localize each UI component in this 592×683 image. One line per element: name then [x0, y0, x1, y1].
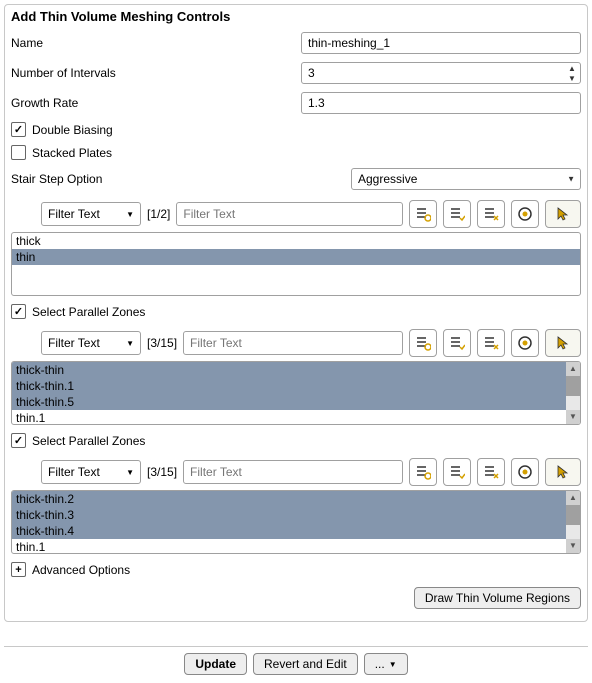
stacked-plates-label: Stacked Plates	[32, 146, 112, 160]
filter-input-1[interactable]	[176, 202, 403, 226]
scroll-up-icon[interactable]: ▲	[566, 491, 580, 505]
intervals-step-down-icon[interactable]: ▼	[564, 73, 580, 83]
select-add-icon[interactable]	[409, 458, 437, 486]
advanced-options-label[interactable]: Advanced Options	[32, 563, 130, 577]
more-button[interactable]: ... ▼	[364, 653, 408, 675]
filter-input-3[interactable]	[183, 460, 403, 484]
list-item[interactable]: thick-thin.4	[12, 523, 566, 539]
pick-cursor-icon[interactable]	[545, 329, 581, 357]
double-biasing-checkbox[interactable]	[11, 122, 26, 137]
filter-input-2[interactable]	[183, 331, 403, 355]
intervals-step-up-icon[interactable]: ▲	[564, 63, 580, 73]
name-label: Name	[11, 36, 301, 50]
scroll-up-icon[interactable]: ▲	[566, 362, 580, 376]
zone-list-2[interactable]: thick-thin thick-thin.1 thick-thin.5 thi…	[11, 361, 581, 425]
intervals-label: Number of Intervals	[11, 66, 301, 80]
parallel-zones-checkbox-2[interactable]	[11, 433, 26, 448]
intervals-input[interactable]	[301, 62, 581, 84]
filter-dropdown-3[interactable]: Filter Text▼	[41, 460, 141, 484]
list-item[interactable]: thin	[12, 249, 580, 265]
list-item[interactable]: thick-thin.1	[12, 378, 566, 394]
target-icon[interactable]	[511, 200, 539, 228]
scroll-down-icon[interactable]: ▼	[566, 539, 580, 553]
list-item[interactable]: thin.1	[12, 539, 566, 554]
select-remove-icon[interactable]	[477, 200, 505, 228]
revert-button[interactable]: Revert and Edit	[253, 653, 358, 675]
filter-dropdown-2[interactable]: Filter Text▼	[41, 331, 141, 355]
filter-dropdown-1[interactable]: Filter Text▼	[41, 202, 141, 226]
zone-list-1[interactable]: thick thin	[11, 232, 581, 296]
list-item[interactable]: thick-thin	[12, 362, 566, 378]
bottom-toolbar: Update Revert and Edit ... ▼	[4, 646, 588, 681]
double-biasing-label: Double Biasing	[32, 123, 113, 137]
name-input[interactable]	[301, 32, 581, 54]
scroll-down-icon[interactable]: ▼	[566, 410, 580, 424]
stair-step-select[interactable]: Aggressive	[351, 168, 581, 190]
pick-cursor-icon[interactable]	[545, 200, 581, 228]
growth-rate-input[interactable]	[301, 92, 581, 114]
scrollbar[interactable]: ▲ ▼	[566, 362, 580, 424]
list-item[interactable]: thick-thin.3	[12, 507, 566, 523]
chevron-down-icon: ▼	[389, 660, 397, 669]
list-item[interactable]: thick-thin.2	[12, 491, 566, 507]
select-remove-icon[interactable]	[477, 458, 505, 486]
select-check-icon[interactable]	[443, 458, 471, 486]
filter-count-2: [3/15]	[147, 336, 177, 350]
select-add-icon[interactable]	[409, 329, 437, 357]
select-add-icon[interactable]	[409, 200, 437, 228]
parallel-zones-checkbox-1[interactable]	[11, 304, 26, 319]
select-check-icon[interactable]	[443, 200, 471, 228]
scrollbar[interactable]: ▲ ▼	[566, 491, 580, 553]
list-item[interactable]: thick-thin.5	[12, 394, 566, 410]
pick-cursor-icon[interactable]	[545, 458, 581, 486]
select-remove-icon[interactable]	[477, 329, 505, 357]
parallel-zones-label-1: Select Parallel Zones	[32, 305, 145, 319]
stair-step-label: Stair Step Option	[11, 172, 351, 186]
list-item[interactable]: thin.1	[12, 410, 566, 425]
target-icon[interactable]	[511, 458, 539, 486]
zone-list-3[interactable]: thick-thin.2 thick-thin.3 thick-thin.4 t…	[11, 490, 581, 554]
draw-regions-button[interactable]: Draw Thin Volume Regions	[414, 587, 581, 609]
stacked-plates-checkbox[interactable]	[11, 145, 26, 160]
panel-title: Add Thin Volume Meshing Controls	[5, 5, 587, 28]
scroll-thumb[interactable]	[566, 376, 580, 396]
filter-count-3: [3/15]	[147, 465, 177, 479]
meshing-controls-panel: Add Thin Volume Meshing Controls Name Nu…	[4, 4, 588, 622]
parallel-zones-label-2: Select Parallel Zones	[32, 434, 145, 448]
growth-rate-label: Growth Rate	[11, 96, 301, 110]
select-check-icon[interactable]	[443, 329, 471, 357]
scroll-thumb[interactable]	[566, 505, 580, 525]
filter-count-1: [1/2]	[147, 207, 170, 221]
list-item[interactable]: thick	[12, 233, 580, 249]
target-icon[interactable]	[511, 329, 539, 357]
expand-icon[interactable]: +	[11, 562, 26, 577]
update-button[interactable]: Update	[184, 653, 247, 675]
